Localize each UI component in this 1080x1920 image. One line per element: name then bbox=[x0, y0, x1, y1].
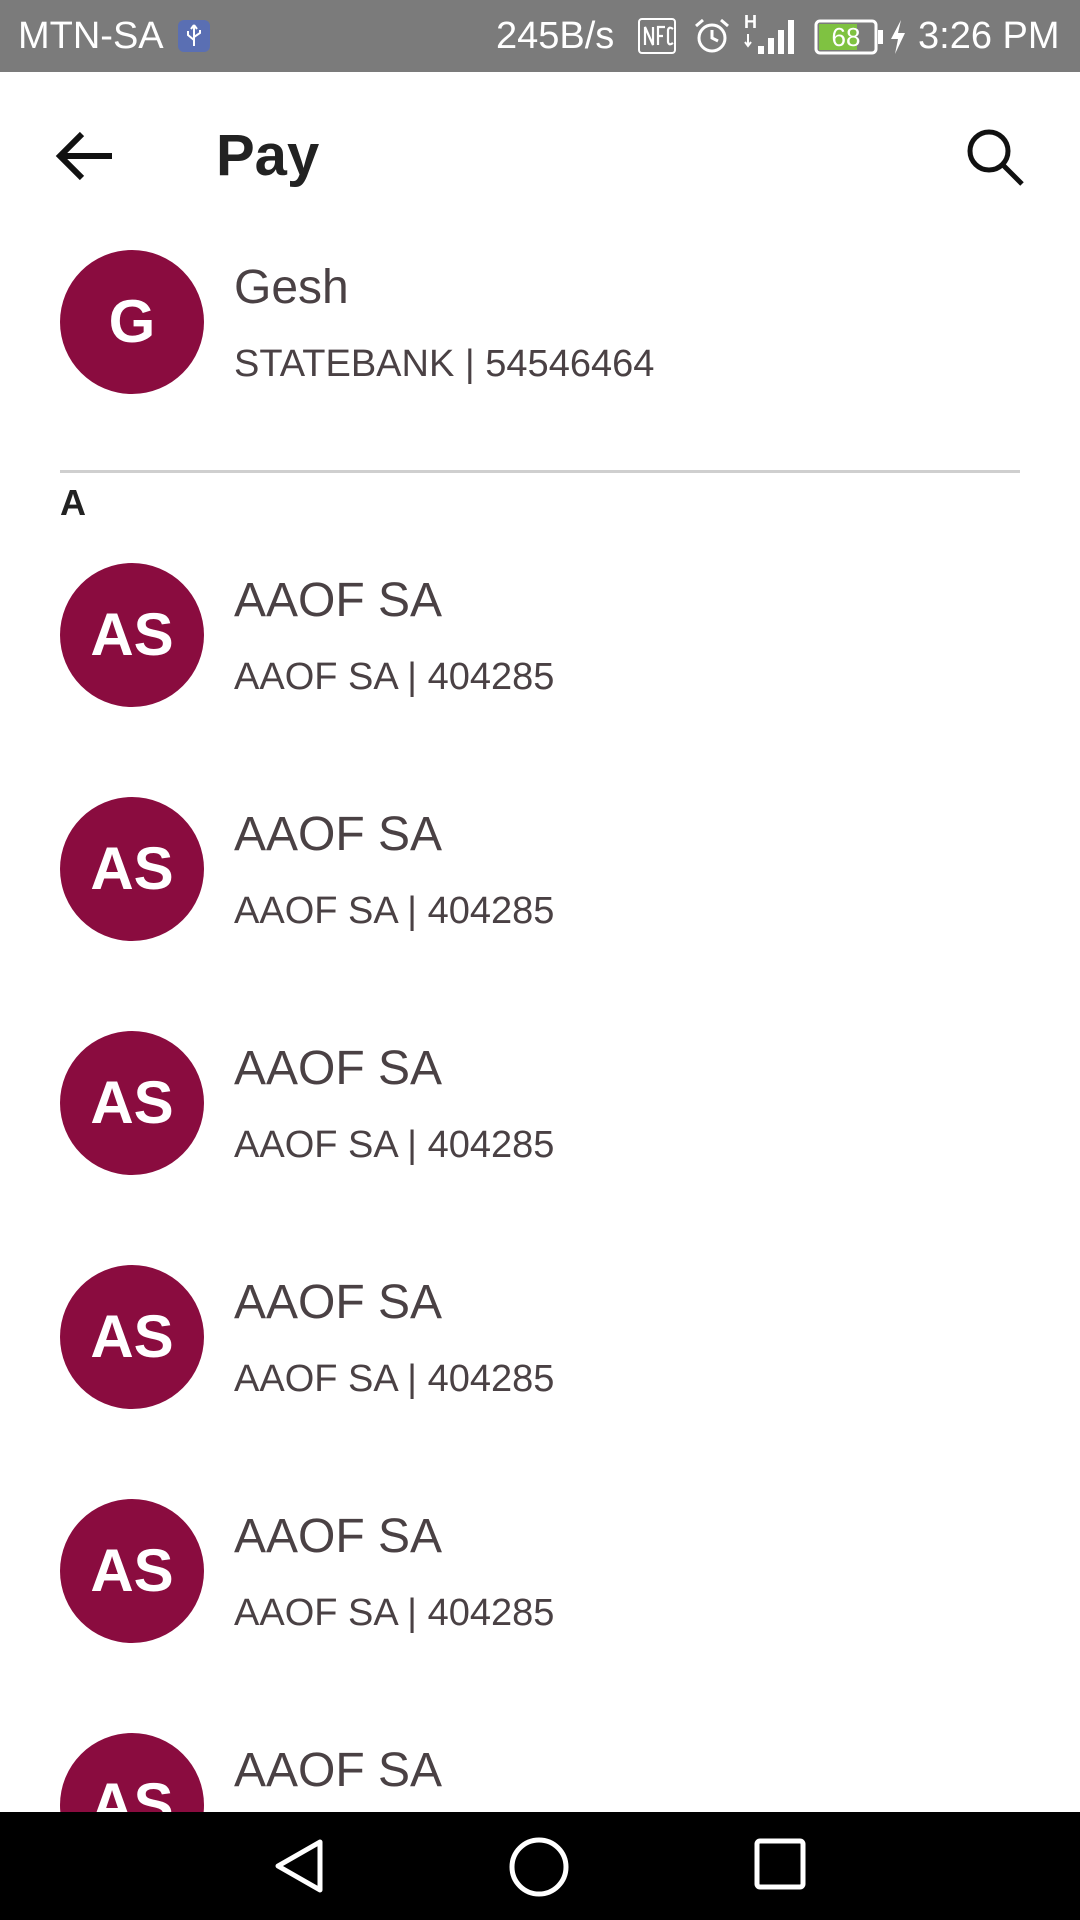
contact-detail: AAOF SA | 404285 bbox=[234, 1358, 555, 1400]
signal-icon: H bbox=[742, 10, 802, 65]
status-bar: MTN-SA 245B/s H 68 3:26 PM bbox=[0, 0, 1080, 72]
contact-item[interactable]: AS AAOF SA AAOF SA | 404285 bbox=[0, 553, 1080, 787]
contact-detail: STATEBANK | 54546464 bbox=[234, 343, 655, 385]
nfc-icon bbox=[638, 18, 676, 59]
charging-icon bbox=[888, 18, 908, 61]
usb-icon bbox=[176, 18, 212, 54]
avatar: AS bbox=[60, 563, 204, 707]
contact-name: AAOF SA bbox=[234, 808, 443, 861]
contact-item[interactable]: AS AAOF SA AAOF SA | 404285 bbox=[0, 1489, 1080, 1723]
carrier-name: MTN-SA bbox=[18, 15, 164, 57]
network-speed: 245B/s bbox=[496, 15, 615, 57]
nav-recents-icon[interactable] bbox=[754, 1838, 806, 1895]
battery-level: 68 bbox=[831, 22, 861, 52]
avatar: AS bbox=[60, 797, 204, 941]
search-icon bbox=[964, 129, 1026, 192]
contact-detail: AAOF SA | 404285 bbox=[234, 890, 555, 932]
nav-home-icon[interactable] bbox=[508, 1836, 570, 1903]
contact-item[interactable]: AS AAOF SA AAOF SA | 404285 bbox=[0, 787, 1080, 1021]
divider bbox=[60, 470, 1020, 473]
contact-item[interactable]: AS AAOF SA AAOF SA | 404285 bbox=[0, 1255, 1080, 1489]
contact-detail: AAOF SA | 404285 bbox=[234, 656, 555, 698]
page-title: Pay bbox=[216, 123, 320, 188]
contact-name: AAOF SA bbox=[234, 574, 443, 627]
nav-back-icon[interactable] bbox=[270, 1836, 330, 1901]
search-button[interactable] bbox=[964, 126, 1026, 188]
contact-detail: AAOF SA | 404285 bbox=[234, 1592, 555, 1634]
contact-name: AAOF SA bbox=[234, 1276, 443, 1329]
alarm-icon bbox=[692, 16, 732, 61]
payee-list[interactable]: G Gesh STATEBANK | 54546464 A AS AAOF SA… bbox=[0, 240, 1080, 1812]
contact-name: AAOF SA bbox=[234, 1510, 443, 1563]
contact-item[interactable]: AS AAOF SA bbox=[0, 1723, 1080, 1812]
recent-contact-item[interactable]: G Gesh STATEBANK | 54546464 bbox=[0, 240, 1080, 400]
avatar: AS bbox=[60, 1265, 204, 1409]
navigation-bar bbox=[0, 1812, 1080, 1920]
back-button[interactable] bbox=[54, 126, 118, 186]
contact-name: AAOF SA bbox=[234, 1042, 443, 1095]
back-arrow-icon bbox=[54, 131, 118, 190]
section-header: A bbox=[60, 482, 86, 523]
avatar: G bbox=[60, 250, 204, 394]
contact-name: AAOF SA bbox=[234, 1744, 443, 1797]
clock: 3:26 PM bbox=[918, 15, 1060, 57]
avatar: AS bbox=[60, 1031, 204, 1175]
contact-item[interactable]: AS AAOF SA AAOF SA | 404285 bbox=[0, 1021, 1080, 1255]
avatar: AS bbox=[60, 1499, 204, 1643]
network-type-label: H bbox=[744, 12, 757, 32]
contact-detail: AAOF SA | 404285 bbox=[234, 1124, 555, 1166]
avatar: AS bbox=[60, 1733, 204, 1812]
section-list: AS AAOF SA AAOF SA | 404285 AS AAOF SA A… bbox=[0, 553, 1080, 1812]
contact-name: Gesh bbox=[234, 261, 349, 314]
